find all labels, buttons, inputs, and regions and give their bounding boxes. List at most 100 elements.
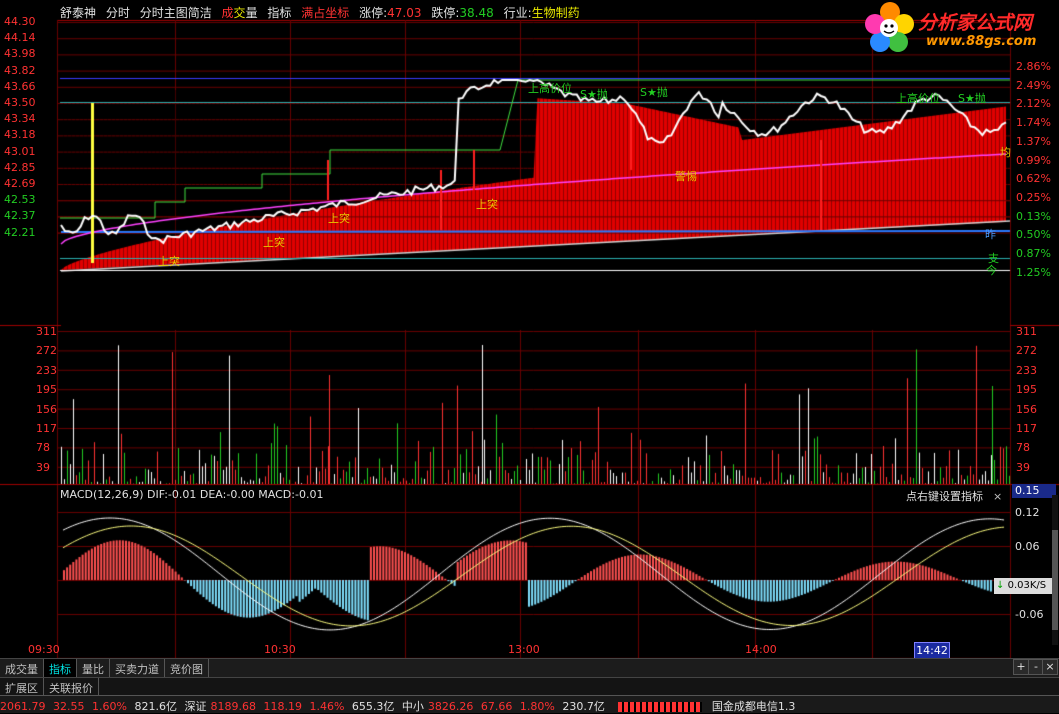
limit-up: 涨停:47.03 bbox=[359, 6, 422, 20]
pct-axis-right-label: 1.25% bbox=[1016, 265, 1051, 279]
price-axis-left-label: 43.66 bbox=[4, 79, 36, 93]
limit-down: 跌停:38.48 bbox=[431, 6, 494, 20]
macd-axis-label: -0.06 bbox=[1015, 608, 1044, 621]
price-axis-left-label: 42.53 bbox=[4, 193, 36, 207]
vol-axis-left-label: 78 bbox=[36, 441, 50, 455]
chart-signal-label: 均 bbox=[1000, 146, 1011, 159]
price-axis-left-label: 43.82 bbox=[4, 63, 36, 77]
price-axis-left-label: 44.30 bbox=[4, 15, 36, 28]
chart-signal-label: 昨 bbox=[985, 228, 996, 241]
tab-volume[interactable]: 成交量 bbox=[0, 659, 44, 677]
macd-axis-label: 0.12 bbox=[1015, 506, 1040, 519]
price-axis-left-label: 43.18 bbox=[4, 128, 36, 142]
indicator-tabs: 成交量 指标 量比 买卖力道 竞价图 bbox=[0, 658, 1059, 677]
vol-axis-right-label: 233 bbox=[1016, 363, 1037, 377]
tab-extension-area[interactable]: 扩展区 bbox=[0, 678, 44, 695]
pct-axis-right-label: 0.13% bbox=[1016, 209, 1051, 223]
tab-volume-ratio[interactable]: 量比 bbox=[77, 659, 110, 677]
price-axis-left-label: 43.01 bbox=[4, 144, 36, 158]
pct-axis-right-label: 0.25% bbox=[1016, 190, 1051, 204]
intraday-chart-canvas[interactable] bbox=[0, 0, 1059, 713]
tab-buy-sell-power[interactable]: 买卖力道 bbox=[110, 659, 165, 677]
vol-axis-left-label: 311 bbox=[36, 325, 57, 338]
sz-index: 8189.68 bbox=[210, 700, 256, 713]
zx-amount: 230.7亿 bbox=[562, 700, 605, 713]
pct-axis-right-label: 0.62% bbox=[1016, 172, 1051, 186]
price-axis-left-label: 43.98 bbox=[4, 47, 36, 61]
tab-auction[interactable]: 竞价图 bbox=[165, 659, 209, 677]
chart-signal-label: 上突 bbox=[263, 236, 285, 249]
price-axis-left-label: 42.21 bbox=[4, 225, 36, 239]
pct-axis-right-label: 0.99% bbox=[1016, 153, 1051, 167]
sh-amount: 821.6亿 bbox=[134, 700, 177, 713]
chart-signal-label: S★抛 bbox=[640, 86, 668, 99]
tab-related-quotes[interactable]: 关联报价 bbox=[44, 678, 99, 695]
vol-axis-right-label: 272 bbox=[1016, 344, 1037, 358]
sh-index[interactable]: 2061.79 bbox=[0, 700, 46, 713]
macd-header: MACD(12,26,9) DIF:-0.01 DEA:-0.00 MACD:-… bbox=[60, 488, 324, 501]
sz-amount: 655.3亿 bbox=[351, 700, 395, 713]
sz-change: 118.19 bbox=[263, 700, 302, 713]
macd-close-icon[interactable]: × bbox=[993, 490, 1002, 503]
close-button[interactable]: × bbox=[1042, 659, 1058, 675]
site-logo: 分析家公式网 www.88gs.com bbox=[860, 0, 1058, 56]
chart-signal-label: S★抛 bbox=[958, 92, 986, 105]
sz-label[interactable]: 深证 bbox=[184, 700, 206, 713]
chart-signal-label: S★抛 bbox=[580, 88, 608, 101]
macd-hint[interactable]: 点右键设置指标 × bbox=[906, 488, 1002, 504]
chart-signal-label: 警惕 bbox=[675, 170, 697, 183]
chart-signal-label: 上突 bbox=[158, 255, 180, 268]
vol-axis-left-label: 272 bbox=[36, 344, 57, 358]
sh-change: 32.55 bbox=[53, 700, 85, 713]
industry: 行业:生物制药 bbox=[503, 6, 580, 20]
speed-readout: ↓ 0.03K/S bbox=[994, 578, 1056, 594]
time-axis-label: 09:30 bbox=[28, 643, 60, 656]
zoom-in-button[interactable]: + bbox=[1013, 659, 1029, 675]
price-axis-left-label: 42.69 bbox=[4, 177, 36, 190]
vol-axis-left-label: 233 bbox=[36, 363, 57, 377]
time-axis-label: 13:00 bbox=[508, 643, 540, 656]
stock-name[interactable]: 舒泰神 bbox=[60, 6, 96, 20]
vol-axis-right-label: 195 bbox=[1016, 383, 1037, 397]
tab-indicator[interactable]: 指标 bbox=[44, 659, 77, 677]
macd-axis-label: 0.06 bbox=[1015, 540, 1040, 553]
logo-url: www.88gs.com bbox=[926, 34, 1037, 49]
logo-title: 分析家公式网 bbox=[918, 12, 1033, 34]
price-axis-left-label: 43.34 bbox=[4, 112, 36, 126]
vol-axis-left-label: 195 bbox=[36, 383, 57, 397]
menu-fenshi[interactable]: 分时 bbox=[106, 6, 130, 20]
chart-signal-label: 上高价位 bbox=[528, 82, 572, 95]
zx-pct: 1.80% bbox=[519, 700, 555, 713]
vol-axis-right-label: 39 bbox=[1016, 460, 1030, 474]
price-axis-left-label: 44.14 bbox=[4, 31, 36, 45]
macd-scroll-thumb[interactable] bbox=[1052, 530, 1058, 630]
chart-signal-label: 上突 bbox=[328, 212, 350, 225]
menu-volume[interactable]: 成交量 bbox=[222, 6, 258, 20]
chart-signal-label: 今 bbox=[986, 264, 997, 277]
price-axis-left-label: 42.85 bbox=[4, 160, 36, 174]
vol-axis-left-label: 39 bbox=[36, 460, 50, 474]
menu-fullscreen-coord[interactable]: 满占坐标 bbox=[301, 6, 349, 20]
menu-main-chart[interactable]: 分时主图简洁 bbox=[140, 6, 212, 20]
vol-axis-right-label: 117 bbox=[1016, 422, 1037, 435]
chart-signal-label: 上高价位 bbox=[896, 92, 940, 105]
menu-indicator[interactable]: 指标 bbox=[267, 6, 291, 20]
pct-axis-right-label: 2.49% bbox=[1016, 78, 1051, 92]
pct-axis-right-label: 2.12% bbox=[1016, 97, 1051, 111]
chart-signal-label: 上突 bbox=[476, 198, 498, 211]
broker-name: 国金成都电信1.3 bbox=[711, 700, 796, 713]
market-breadth-bar bbox=[618, 702, 703, 712]
pct-axis-right-label: 1.74% bbox=[1016, 116, 1051, 130]
vol-axis-left-label: 117 bbox=[36, 422, 57, 435]
time-axis-label: 14:00 bbox=[745, 643, 777, 656]
zx-label[interactable]: 中小 bbox=[402, 700, 424, 713]
vol-axis-right-label: 156 bbox=[1016, 402, 1037, 416]
extension-tabs: 扩展区 关联报价 bbox=[0, 677, 1059, 695]
vol-axis-right-label: 78 bbox=[1016, 441, 1030, 455]
price-axis-left-label: 42.37 bbox=[4, 209, 36, 223]
price-axis-left-label: 43.50 bbox=[4, 96, 36, 109]
vol-axis-right-label: 311 bbox=[1016, 325, 1037, 338]
pct-axis-right-label: 0.50% bbox=[1016, 228, 1051, 242]
pct-axis-right-label: 0.87% bbox=[1016, 247, 1051, 260]
cursor-time-box: 14:42 bbox=[914, 642, 950, 659]
